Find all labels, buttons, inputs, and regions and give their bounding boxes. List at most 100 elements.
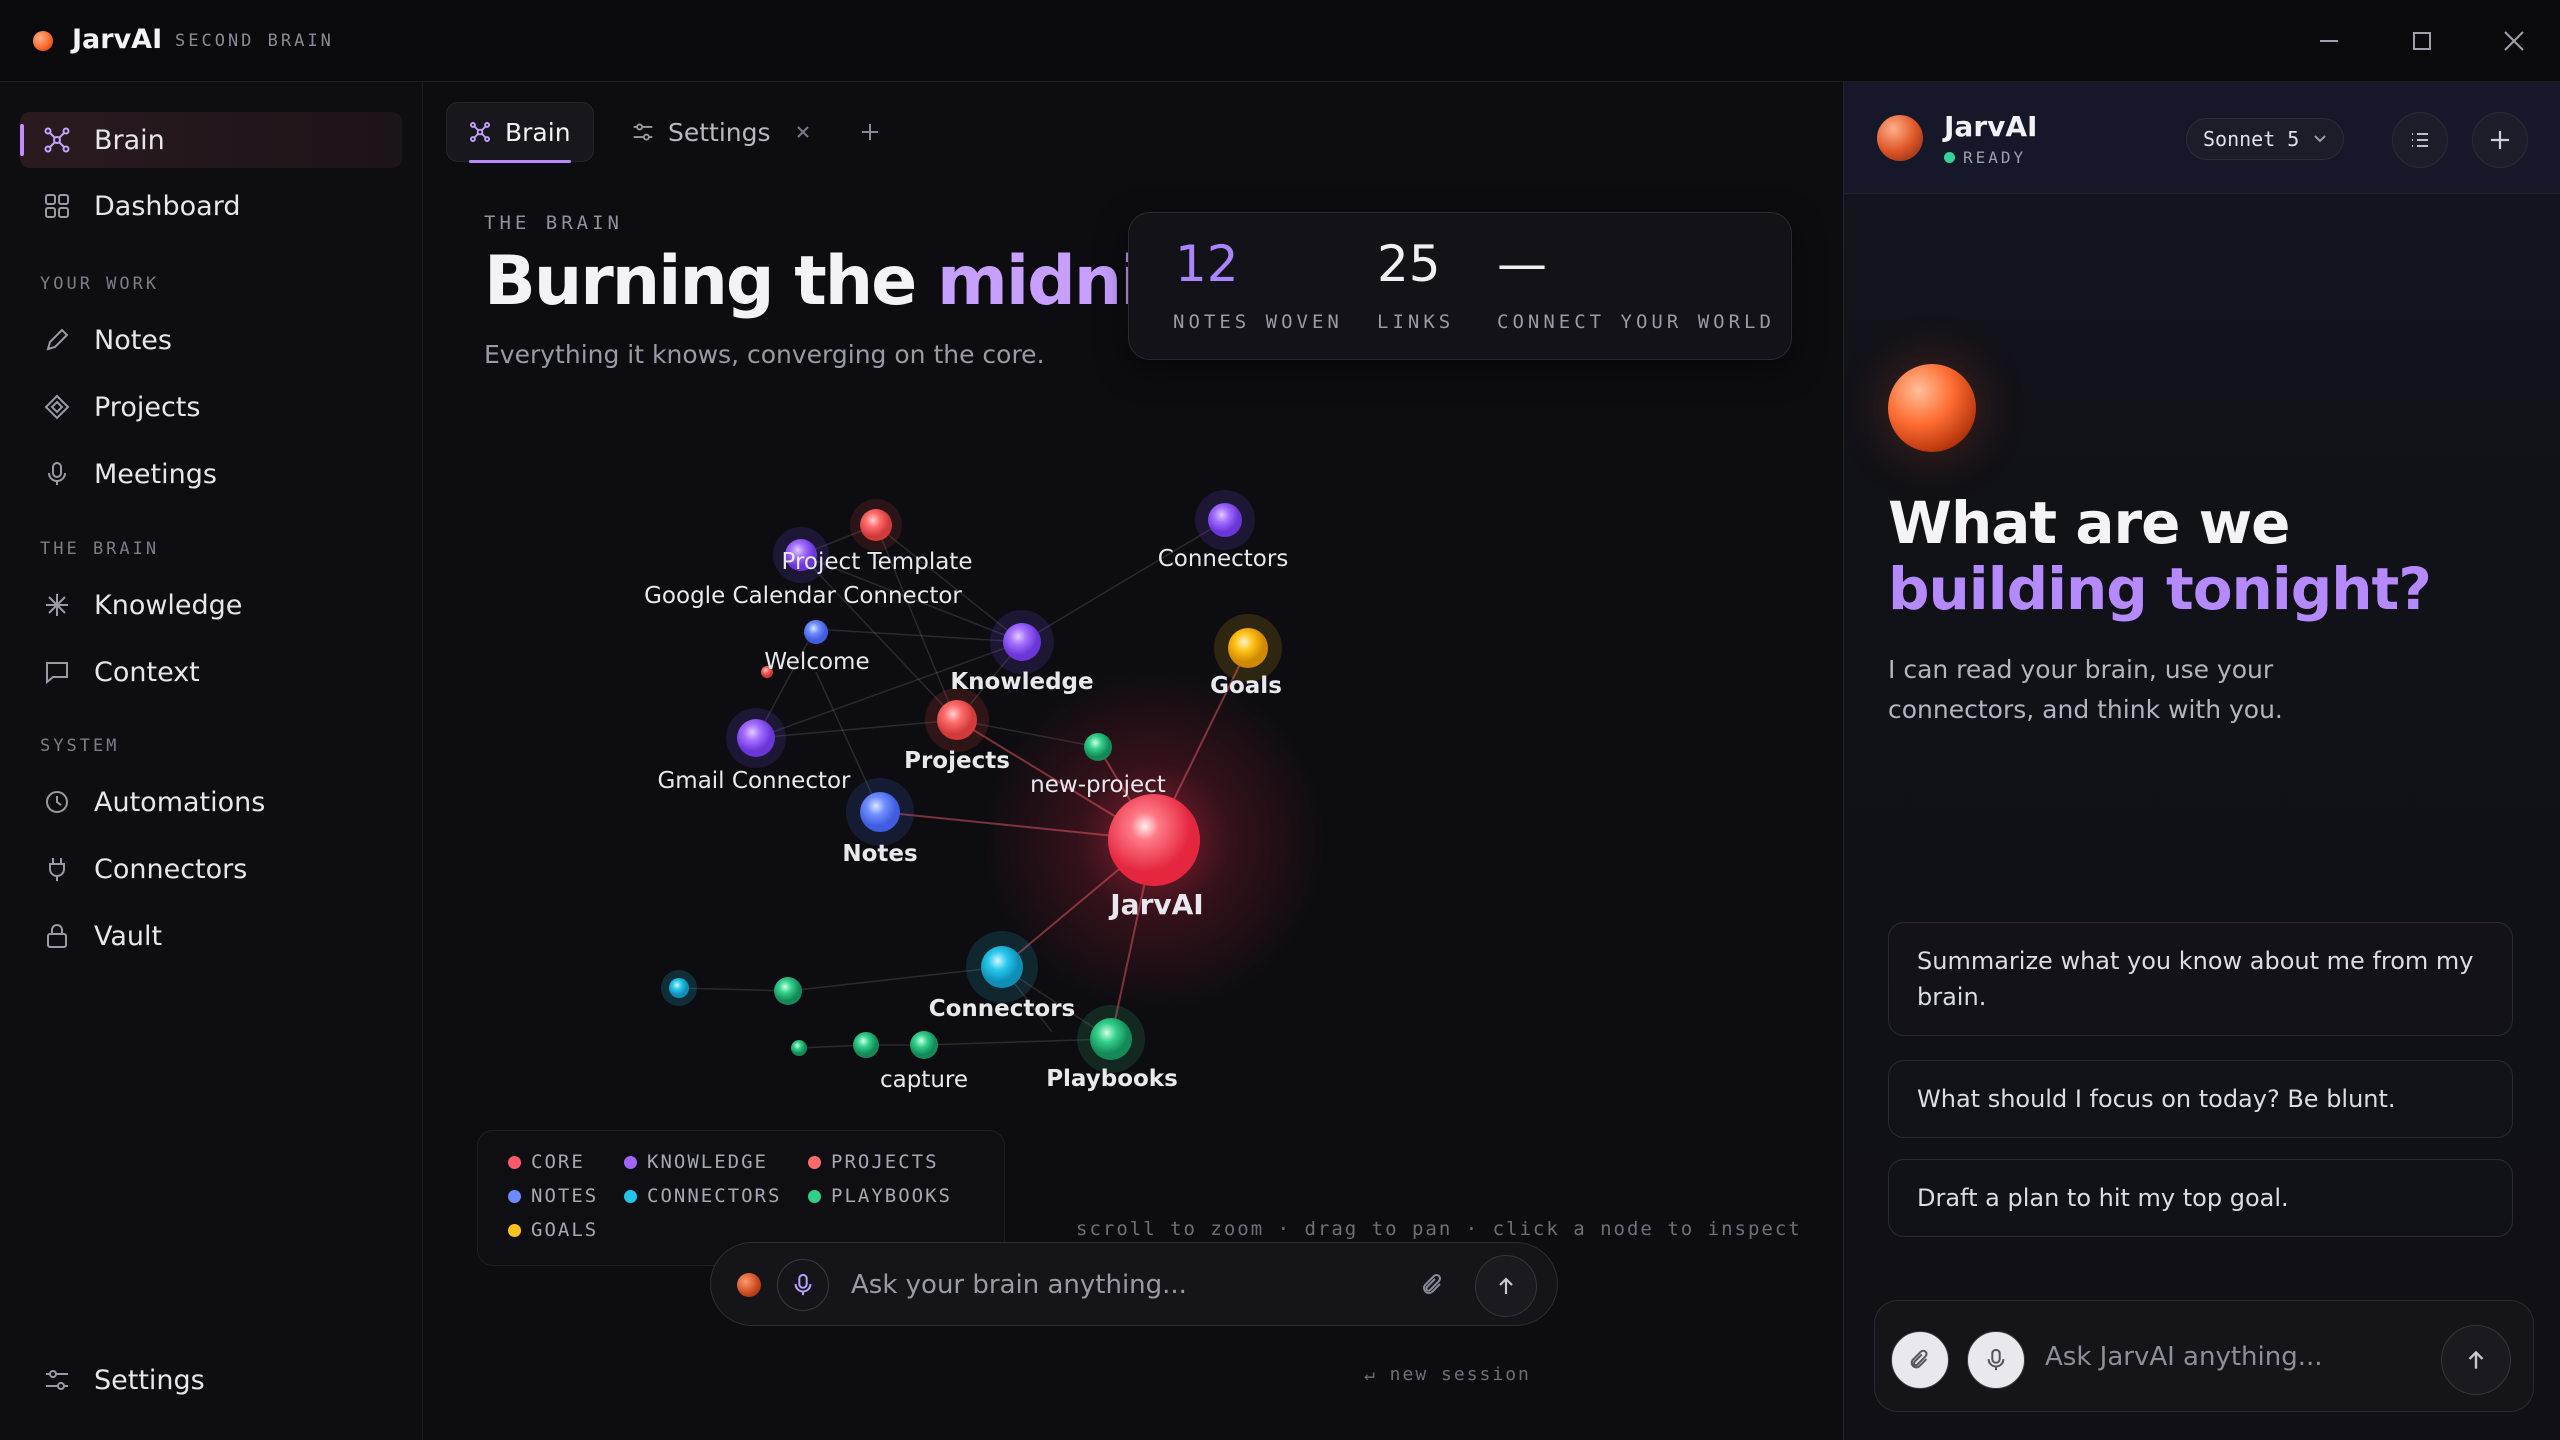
chat-greeting: What are we building tonight? xyxy=(1888,490,2432,623)
minimize-icon[interactable] xyxy=(2310,22,2348,60)
node-projects[interactable] xyxy=(937,700,977,740)
sidebar-item-settings[interactable]: Settings xyxy=(20,1352,402,1408)
sidebar-item-label: Automations xyxy=(94,786,266,818)
sidebar-item-brain[interactable]: Brain xyxy=(20,112,402,168)
tab-label: Settings xyxy=(668,117,771,147)
stat-connect-label[interactable]: CONNECT YOUR WORLD xyxy=(1497,311,1775,333)
legend-label: CONNECTORS xyxy=(647,1185,782,1207)
orb-icon xyxy=(737,1273,761,1297)
legend-item: CONNECTORS xyxy=(624,1185,781,1207)
section-your-work: YOUR WORK xyxy=(40,274,160,294)
suggestion-card[interactable]: Draft a plan to hit my top goal. xyxy=(1888,1159,2513,1237)
node-google-calendar-connector[interactable] xyxy=(860,509,892,541)
new-chat-button[interactable] xyxy=(2472,112,2528,168)
assistant-avatar xyxy=(1877,115,1923,161)
node-welcome[interactable] xyxy=(804,620,828,644)
sidebar-item-knowledge[interactable]: Knowledge xyxy=(20,577,402,633)
legend-item: NOTES xyxy=(508,1185,598,1207)
node-label: JarvAI xyxy=(1108,888,1203,921)
attach-button[interactable] xyxy=(1413,1265,1453,1305)
sidebar-item-projects[interactable]: Projects xyxy=(20,379,402,435)
chevron-down-icon xyxy=(2314,135,2327,143)
history-button[interactable] xyxy=(2392,112,2448,168)
model-selector[interactable]: Sonnet 5 xyxy=(2186,118,2345,160)
chat-panel: JarvAI READY Sonnet 5 What are we buildi… xyxy=(1843,82,2560,1440)
node-playbooks[interactable] xyxy=(1090,1018,1132,1060)
section-the-brain: THE BRAIN xyxy=(40,539,160,559)
sidebar-item-meetings[interactable]: Meetings xyxy=(20,446,402,502)
sidebar-item-label: Notes xyxy=(94,324,172,356)
node-jarvai-core[interactable] xyxy=(1108,794,1200,886)
list-icon xyxy=(2412,133,2428,147)
legend-item: PROJECTS xyxy=(808,1151,939,1173)
node-project-template[interactable] xyxy=(785,539,817,571)
new-session-hint[interactable]: ↵ new session xyxy=(1364,1364,1531,1385)
new-tab-plus-icon[interactable] xyxy=(854,116,886,148)
sidebar-item-connectors[interactable]: Connectors xyxy=(20,841,402,897)
chat-header: JarvAI READY Sonnet 5 xyxy=(1844,82,2560,194)
mic-icon xyxy=(1987,1348,2005,1371)
close-icon[interactable] xyxy=(2495,22,2533,60)
legend-item: CORE xyxy=(508,1151,585,1173)
node-capture[interactable] xyxy=(910,1031,938,1059)
sidebar-item-label: Dashboard xyxy=(94,190,241,222)
node-small[interactable] xyxy=(774,977,802,1005)
title-part: Burning the xyxy=(484,242,937,321)
node-gmail-connector[interactable] xyxy=(737,719,775,757)
sidebar-item-automations[interactable]: Automations xyxy=(20,774,402,830)
mic-button[interactable] xyxy=(1967,1331,2025,1389)
app-subtitle: SECOND BRAIN xyxy=(175,31,334,51)
sidebar-item-notes[interactable]: Notes xyxy=(20,312,402,368)
tab-settings[interactable]: Settings xyxy=(610,102,833,162)
graph-nodes xyxy=(661,490,1282,1073)
mic-icon xyxy=(794,1273,812,1296)
node-new-project[interactable] xyxy=(1084,733,1112,761)
sidebar-item-dashboard[interactable]: Dashboard xyxy=(20,178,402,234)
model-label: Sonnet 5 xyxy=(2203,127,2300,151)
legend-dot xyxy=(808,1189,821,1203)
mic-button[interactable] xyxy=(777,1259,829,1311)
status-label: READY xyxy=(1963,148,2027,167)
node-small[interactable] xyxy=(853,1032,879,1058)
chat-input[interactable] xyxy=(2045,1301,2425,1413)
node-small[interactable] xyxy=(669,978,689,998)
sliders-icon xyxy=(632,121,654,143)
node-knowledge[interactable] xyxy=(1003,623,1041,661)
maximize-icon[interactable] xyxy=(2403,22,2441,60)
sidebar-item-vault[interactable]: Vault xyxy=(20,908,402,964)
send-button[interactable] xyxy=(2441,1325,2511,1395)
sidebar-item-label: Meetings xyxy=(94,458,217,490)
suggestion-card[interactable]: What should I focus on today? Be blunt. xyxy=(1888,1060,2513,1138)
sidebar-item-label: Vault xyxy=(94,920,163,952)
stat-notes-value: 12 xyxy=(1175,235,1239,293)
legend-dot xyxy=(508,1223,521,1237)
arrow-up-icon xyxy=(1499,1277,1513,1294)
greeting-line-2: building tonight? xyxy=(1888,555,2432,623)
chat-description: I can read your brain, use your connecto… xyxy=(1888,655,2283,724)
tab-brain[interactable]: Brain xyxy=(446,102,594,163)
assistant-orb xyxy=(1888,364,1976,452)
suggestion-card[interactable]: Summarize what you know about me from my… xyxy=(1888,922,2513,1036)
attach-button[interactable] xyxy=(1891,1331,1949,1389)
node-small[interactable] xyxy=(761,666,773,678)
legend-label: PLAYBOOKS xyxy=(831,1185,952,1207)
send-button[interactable] xyxy=(1475,1255,1537,1317)
node-label: Google Calendar Connector xyxy=(644,583,962,609)
sidebar-item-label: Connectors xyxy=(94,853,248,885)
grid-icon xyxy=(42,191,72,221)
node-notes[interactable] xyxy=(860,792,900,832)
section-eyebrow: THE BRAIN xyxy=(484,212,623,234)
node-connectors[interactable] xyxy=(981,946,1023,988)
node-goals[interactable] xyxy=(1228,628,1268,668)
sidebar-item-label: Settings xyxy=(94,1364,205,1396)
plug-icon xyxy=(42,854,72,884)
legend-label: CORE xyxy=(531,1151,585,1173)
legend-label: GOALS xyxy=(531,1219,599,1241)
tab-close-icon[interactable] xyxy=(795,124,811,140)
brain-ask-input[interactable] xyxy=(851,1243,1391,1327)
sidebar-item-context[interactable]: Context xyxy=(20,644,402,700)
node-small[interactable] xyxy=(791,1040,807,1056)
main-area: Brain Settings THE BRAIN Burning the mid… xyxy=(424,82,1842,1440)
legend-dot xyxy=(508,1155,521,1169)
node-connectors-hub[interactable] xyxy=(1208,503,1242,537)
